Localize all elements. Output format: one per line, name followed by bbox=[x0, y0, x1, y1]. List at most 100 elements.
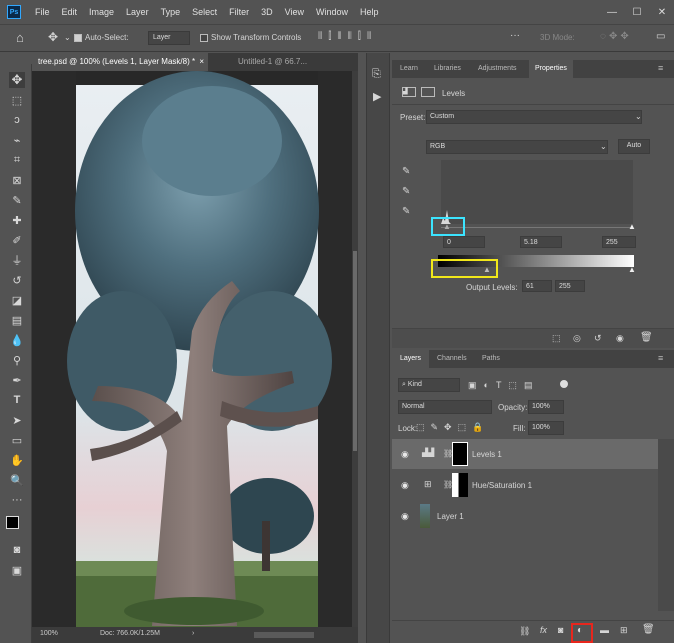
foreground-color-swatch[interactable] bbox=[6, 516, 19, 529]
blur-tool-icon[interactable]: 💧 bbox=[9, 332, 25, 348]
move-tool-icon[interactable]: ✥ bbox=[9, 72, 25, 88]
add-mask-icon[interactable]: ◙ bbox=[558, 625, 563, 635]
canvas-horizontal-scrollbar[interactable] bbox=[254, 632, 314, 638]
visibility-eye-icon[interactable]: ◉ bbox=[401, 449, 411, 459]
menu-filter[interactable]: Filter bbox=[229, 7, 249, 17]
menu-view[interactable]: View bbox=[285, 7, 304, 17]
panel-menu-icon[interactable]: ≡ bbox=[658, 63, 663, 73]
auto-select-dropdown[interactable]: Layer bbox=[148, 31, 190, 45]
tab-paths[interactable]: Paths bbox=[482, 355, 500, 362]
layer-name[interactable]: Hue/Saturation 1 bbox=[472, 481, 532, 490]
layer-name[interactable]: Levels 1 bbox=[472, 450, 502, 459]
white-point-eyedropper-icon[interactable]: ✎ bbox=[402, 206, 410, 217]
trash-icon[interactable]: 🗑 bbox=[640, 332, 653, 343]
layer-mask-thumbnail[interactable] bbox=[452, 442, 468, 466]
input-white-slider-icon[interactable]: ▲ bbox=[628, 222, 636, 231]
filter-kind-dropdown[interactable]: ⌕ Kind bbox=[398, 378, 460, 392]
visibility-eye-icon[interactable]: ◉ bbox=[401, 511, 411, 521]
visibility-eye-icon[interactable]: ◉ bbox=[401, 480, 411, 490]
output-black-field[interactable]: 61 bbox=[522, 280, 552, 292]
menu-file[interactable]: File bbox=[35, 7, 50, 17]
menu-select[interactable]: Select bbox=[192, 7, 217, 17]
preset-dropdown[interactable]: Custom bbox=[426, 110, 642, 124]
menu-3d[interactable]: 3D bbox=[261, 7, 273, 17]
home-icon[interactable]: ⌂ bbox=[16, 30, 24, 45]
tab-libraries[interactable]: Libraries bbox=[434, 65, 461, 72]
clip-to-layer-icon[interactable]: ⬚ bbox=[552, 333, 561, 344]
output-white-field[interactable]: 255 bbox=[555, 280, 585, 292]
close-icon[interactable]: ✕ bbox=[651, 0, 673, 24]
layer-filter-icons[interactable]: ▣◐T⬚▤ bbox=[468, 380, 539, 391]
menu-help[interactable]: Help bbox=[360, 7, 379, 17]
layer-row-hue-saturation[interactable]: ◉ ⊞ ⛓ Hue/Saturation 1 bbox=[392, 470, 658, 500]
eyedropper-tool-icon[interactable]: ✎ bbox=[9, 192, 25, 208]
tab-adjustments[interactable]: Adjustments bbox=[478, 65, 517, 72]
black-point-eyedropper-icon[interactable]: ✎ bbox=[402, 166, 410, 177]
hand-tool-icon[interactable]: ✋ bbox=[9, 452, 25, 468]
reset-icon[interactable]: ↺ bbox=[594, 333, 602, 344]
output-white-slider-icon[interactable]: ▲ bbox=[628, 265, 636, 274]
path-selection-tool-icon[interactable]: ➤ bbox=[9, 412, 25, 428]
input-gamma-field[interactable]: 5.18 bbox=[520, 236, 562, 248]
auto-button[interactable]: Auto bbox=[618, 139, 650, 154]
dodge-tool-icon[interactable]: ⚲ bbox=[9, 352, 25, 368]
tab-properties[interactable]: Properties bbox=[529, 60, 573, 78]
tab-tree-psd[interactable]: tree.psd @ 100% (Levels 1, Layer Mask/8)… bbox=[32, 53, 208, 71]
opacity-field[interactable]: 100% bbox=[528, 400, 564, 414]
close-icon[interactable]: × bbox=[199, 57, 204, 66]
menu-window[interactable]: Window bbox=[316, 7, 348, 17]
move-tool-icon[interactable]: ✥ bbox=[48, 30, 58, 44]
blend-mode-dropdown[interactable]: Normal bbox=[398, 400, 492, 414]
minimize-icon[interactable]: — bbox=[601, 0, 623, 24]
input-levels-slider-track[interactable] bbox=[441, 227, 633, 228]
zoom-tool-icon[interactable]: 🔍 bbox=[9, 472, 25, 488]
menu-edit[interactable]: Edit bbox=[62, 7, 78, 17]
layer-row-layer-1[interactable]: ◉ Layer 1 bbox=[392, 501, 658, 531]
brush-tool-icon[interactable]: ✐ bbox=[9, 232, 25, 248]
history-brush-tool-icon[interactable]: ↺ bbox=[9, 272, 25, 288]
gradient-tool-icon[interactable]: ▤ bbox=[9, 312, 25, 328]
canvas-vertical-scrollbar[interactable] bbox=[352, 71, 358, 627]
layer-mask-icon[interactable] bbox=[421, 87, 435, 97]
transform-controls-checkbox[interactable] bbox=[200, 34, 208, 42]
3d-mode-icons[interactable]: ◌✥✥ bbox=[600, 31, 632, 42]
layer-thumbnail[interactable] bbox=[420, 504, 430, 528]
menu-image[interactable]: Image bbox=[89, 7, 114, 17]
panel-menu-icon[interactable]: ≡ bbox=[658, 353, 663, 363]
more-options-button[interactable]: ··· bbox=[510, 30, 520, 41]
frame-tool-icon[interactable]: ⊠ bbox=[9, 172, 25, 188]
tab-layers[interactable]: Layers bbox=[392, 350, 430, 368]
actions-panel-icon[interactable]: ▶ bbox=[373, 90, 381, 103]
view-previous-icon[interactable]: ◎ bbox=[573, 333, 581, 344]
menu-type[interactable]: Type bbox=[161, 7, 181, 17]
layer-row-levels[interactable]: ◉ ▟▟ ⛓ Levels 1 bbox=[392, 439, 658, 469]
filter-toggle-icon[interactable] bbox=[560, 380, 568, 388]
chevron-down-icon[interactable]: ⌄ bbox=[64, 33, 71, 42]
lasso-tool-icon[interactable]: ↄ bbox=[9, 112, 25, 128]
align-icons[interactable]: ⫴⫿⫴⫴⫿⫴ bbox=[318, 31, 377, 42]
quick-mask-icon[interactable]: ◙ bbox=[9, 542, 25, 558]
eraser-tool-icon[interactable]: ◪ bbox=[9, 292, 25, 308]
zoom-level[interactable]: 100% bbox=[40, 630, 58, 637]
document-canvas[interactable] bbox=[32, 71, 358, 627]
visibility-eye-icon[interactable]: ◉ bbox=[616, 333, 624, 344]
maximize-icon[interactable]: ☐ bbox=[626, 0, 648, 24]
tab-learn[interactable]: Learn bbox=[400, 65, 418, 72]
lock-icons[interactable]: ⬚✎✥⬚🔒 bbox=[416, 422, 489, 433]
healing-brush-tool-icon[interactable]: ✚ bbox=[9, 212, 25, 228]
input-black-field[interactable]: 0 bbox=[443, 236, 485, 248]
marquee-tool-icon[interactable]: ⬚ bbox=[9, 92, 25, 108]
new-group-icon[interactable]: ▬ bbox=[600, 625, 609, 635]
gray-point-eyedropper-icon[interactable]: ✎ bbox=[402, 186, 410, 197]
auto-select-checkbox[interactable] bbox=[74, 34, 82, 42]
workspace-icon[interactable]: ▭ bbox=[656, 31, 665, 42]
tab-channels[interactable]: Channels bbox=[437, 355, 467, 362]
trash-icon[interactable]: 🗑 bbox=[642, 624, 655, 635]
clone-stamp-tool-icon[interactable]: ⏚ bbox=[9, 252, 25, 268]
canvas-area[interactable] bbox=[32, 71, 358, 627]
layer-name[interactable]: Layer 1 bbox=[437, 512, 464, 521]
screen-mode-icon[interactable]: ▣ bbox=[9, 562, 25, 578]
status-menu-icon[interactable]: › bbox=[192, 630, 194, 637]
layer-mask-thumbnail[interactable] bbox=[452, 473, 468, 497]
crop-tool-icon[interactable]: ⌗ bbox=[9, 152, 25, 168]
